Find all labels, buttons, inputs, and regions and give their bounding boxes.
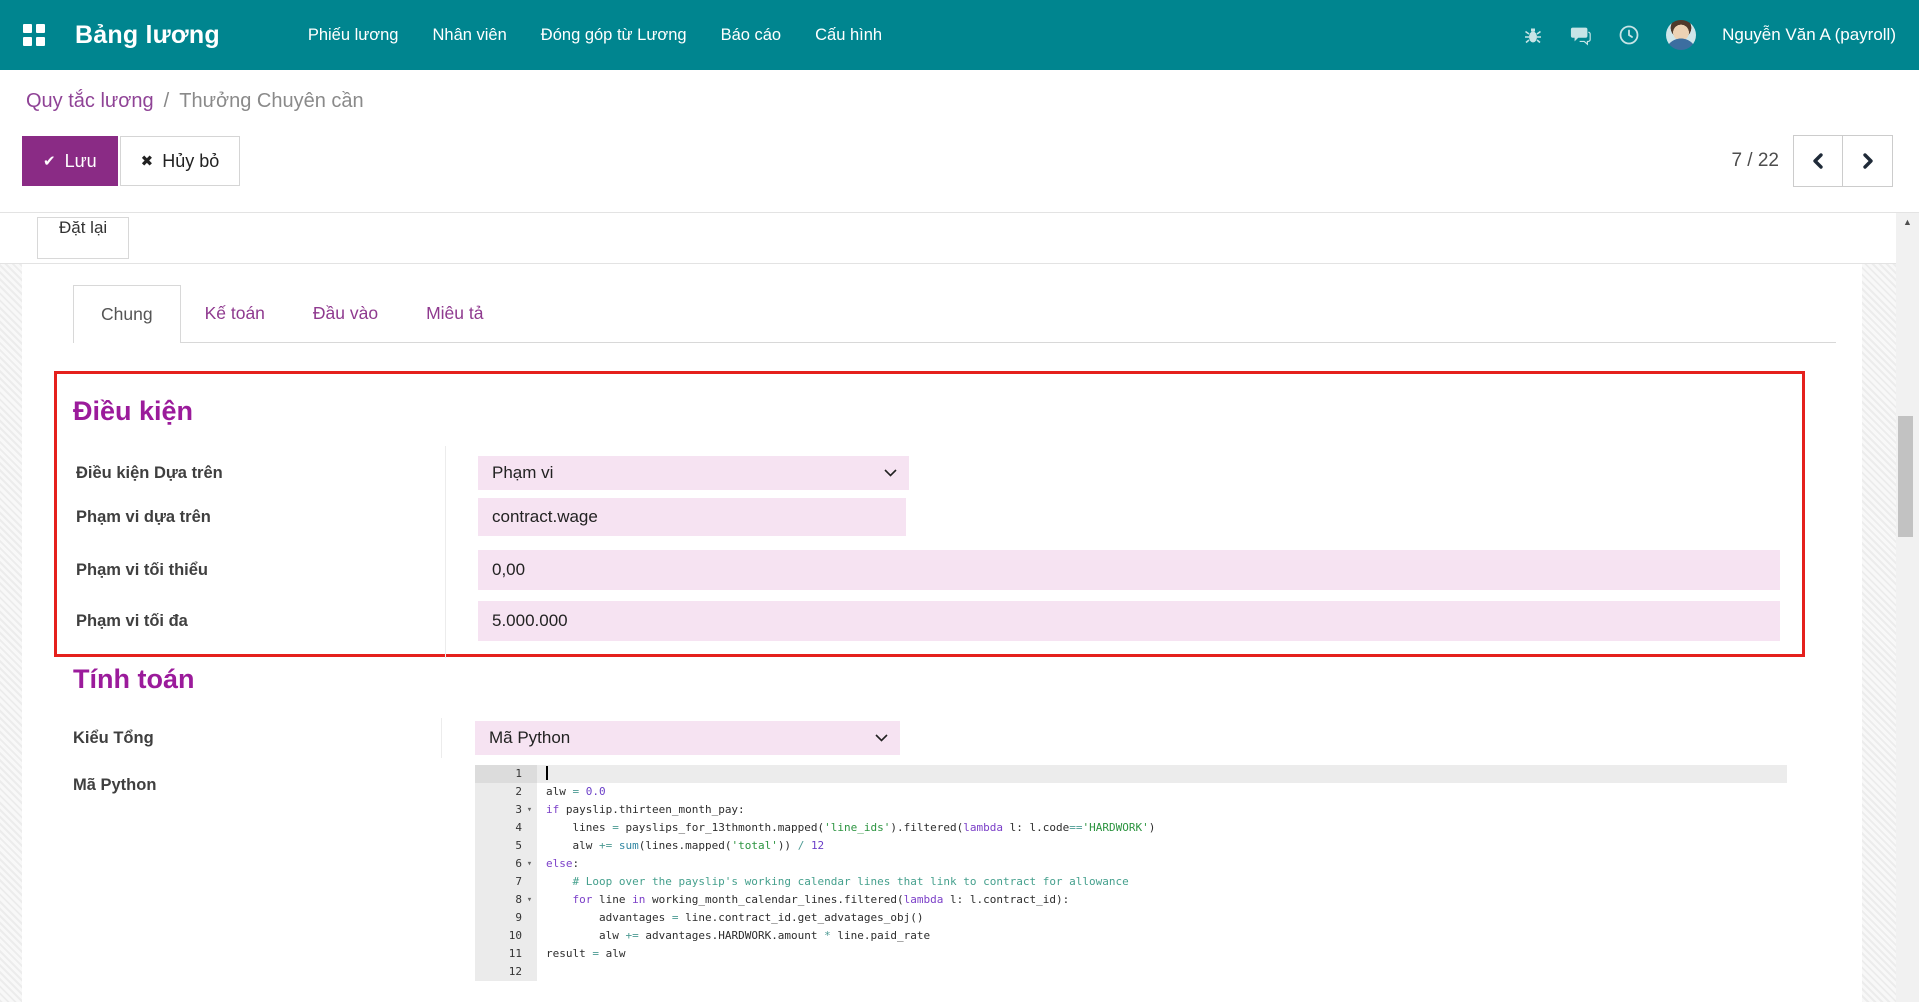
reset-button[interactable]: Đặt lại — [37, 217, 130, 259]
breadcrumb-parent-link[interactable]: Quy tắc lương — [26, 90, 154, 113]
code-gutter-cell: 10 — [475, 927, 537, 945]
text-cursor — [546, 766, 548, 780]
menu-item-configuration[interactable]: Cấu hình — [815, 20, 882, 51]
top-navbar: Bảng lương Phiếu lương Nhân viên Đóng gó… — [0, 0, 1919, 70]
field-label-python-code: Mã Python — [73, 776, 157, 794]
code-line[interactable]: 5 alw += sum(lines.mapped('total')) / 12 — [475, 837, 1787, 855]
code-gutter-cell: 2 — [475, 783, 537, 801]
code-line[interactable]: 3 ▾ if payslip.thirteen_month_pay: — [475, 801, 1787, 819]
chevron-down-icon — [884, 469, 897, 477]
code-gutter-cell: 8 ▾ — [475, 891, 537, 909]
clock-icon[interactable] — [1618, 24, 1640, 46]
field-row: Kiểu Tổng Mã Python — [73, 718, 900, 758]
record-pager: 7 / 22 — [1731, 135, 1893, 187]
apps-grid-icon[interactable] — [23, 24, 45, 46]
menu-item-employees[interactable]: Nhân viên — [432, 20, 506, 51]
field-label-condition-based-on: Điều kiện Dựa trên — [76, 463, 223, 482]
code-line[interactable]: 9 advantages = line.contract_id.get_adva… — [475, 909, 1787, 927]
code-gutter-cell: 6 ▾ — [475, 855, 537, 873]
code-gutter-cell: 3 ▾ — [475, 801, 537, 819]
navbar-right: Nguyễn Văn A (payroll) — [1522, 20, 1896, 50]
amount-type-select[interactable]: Mã Python — [475, 721, 900, 755]
field-row: Điều kiện Dựa trên Phạm vi — [76, 456, 1792, 490]
maximum-range-input[interactable] — [478, 601, 1780, 641]
bug-icon[interactable] — [1522, 24, 1544, 46]
code-gutter-cell: 4 — [475, 819, 537, 837]
pager-counter: 7 / 22 — [1731, 150, 1779, 171]
code-line[interactable]: 2 alw = 0.0 — [475, 783, 1787, 801]
code-gutter-cell: 11 — [475, 945, 537, 963]
page: { "navbar": { "brand": "Bảng lương", "me… — [0, 0, 1919, 1002]
notebook-tabs: Chung Kế toán Đầu vào Miêu tả — [73, 285, 1836, 343]
code-gutter-cell: 12 — [475, 963, 537, 981]
code-line[interactable]: 10 alw += advantages.HARDWORK.amount * l… — [475, 927, 1787, 945]
field-row: Phạm vi tối đa — [76, 601, 1792, 641]
tab-description[interactable]: Miêu tả — [402, 285, 507, 342]
breadcrumb: Quy tắc lương / Thưởng Chuyên cần — [0, 70, 1919, 132]
discard-button[interactable]: ✖ Hủy bỏ — [119, 136, 241, 186]
scrollbar-up-arrow[interactable]: ▲ — [1896, 217, 1919, 227]
save-button-label: Lưu — [64, 150, 97, 171]
fold-icon[interactable]: ▾ — [522, 891, 537, 909]
field-label-maximum-range: Phạm vi tối đa — [76, 611, 188, 630]
code-gutter-cell: 1 — [475, 765, 537, 783]
field-label-range-based-on: Phạm vi dựa trên — [76, 507, 211, 526]
amount-type-value: Mã Python — [489, 728, 571, 747]
tab-accounting[interactable]: Kế toán — [181, 285, 289, 342]
pager-previous-button[interactable] — [1793, 135, 1843, 187]
code-line[interactable]: 12 — [475, 963, 1787, 981]
menu-item-reports[interactable]: Báo cáo — [721, 20, 782, 51]
main-menu: Phiếu lương Nhân viên Đóng góp từ Lương … — [308, 20, 882, 51]
condition-based-on-value: Phạm vi — [492, 463, 554, 482]
chevron-right-icon — [1862, 153, 1873, 169]
action-toolbar: ✔ Lưu ✖ Hủy bỏ 7 / 22 — [0, 132, 1919, 190]
chat-icon[interactable] — [1570, 24, 1592, 46]
code-line[interactable]: 8 ▾ for line in working_month_calendar_li… — [475, 891, 1787, 909]
save-button[interactable]: ✔ Lưu — [22, 136, 118, 186]
form-view-background: Chung Kế toán Đầu vào Miêu tả Điều kiện … — [0, 264, 1919, 1002]
field-label-amount-type: Kiểu Tổng — [73, 718, 442, 758]
code-line[interactable]: 11 result = alw — [475, 945, 1787, 963]
user-avatar[interactable] — [1666, 20, 1697, 50]
chevron-left-icon — [1813, 153, 1823, 169]
code-line[interactable]: 4 lines = payslips_for_13thmonth.mapped(… — [475, 819, 1787, 837]
fold-icon[interactable]: ▾ — [522, 855, 537, 873]
code-line[interactable]: 7 # Loop over the payslip's working cale… — [475, 873, 1787, 891]
pager-next-button[interactable] — [1843, 135, 1893, 187]
vertical-scrollbar: ▲ — [1896, 213, 1919, 1002]
code-gutter-cell: 9 — [475, 909, 537, 927]
code-editor[interactable]: 1 2 alw = 0.0 3 ▾ if payslip.thirteen_month_p… — [475, 765, 1787, 981]
menu-item-contributions[interactable]: Đóng góp từ Lương — [541, 20, 687, 51]
tab-inputs[interactable]: Đầu vào — [289, 285, 402, 342]
close-icon: ✖ — [140, 153, 154, 170]
secondary-toolbar: Đặt lại — [0, 212, 1919, 264]
code-line[interactable]: 1 — [475, 765, 1787, 783]
discard-button-label: Hủy bỏ — [162, 150, 220, 171]
user-name[interactable]: Nguyễn Văn A (payroll) — [1722, 25, 1896, 45]
check-icon: ✔ — [43, 153, 56, 170]
field-row: Phạm vi tối thiểu — [76, 550, 1792, 590]
computation-section-title: Tính toán — [73, 664, 195, 694]
tab-general[interactable]: Chung — [73, 285, 181, 343]
scrollbar-thumb[interactable] — [1898, 416, 1913, 537]
breadcrumb-separator: / — [163, 89, 170, 112]
field-label-minimum-range: Phạm vi tối thiểu — [76, 560, 209, 579]
fold-icon[interactable]: ▾ — [522, 801, 537, 819]
app-title[interactable]: Bảng lương — [75, 21, 220, 50]
condition-based-on-select[interactable]: Phạm vi — [478, 456, 909, 490]
conditions-section-title: Điều kiện — [73, 396, 194, 426]
field-row: Phạm vi dựa trên — [76, 498, 1792, 536]
conditions-highlight-box: Điều kiện Điều kiện Dựa trên Phạm vi Phạ… — [54, 371, 1805, 658]
minimum-range-input[interactable] — [478, 550, 1780, 590]
code-gutter-cell: 5 — [475, 837, 537, 855]
menu-item-payslips[interactable]: Phiếu lương — [308, 20, 399, 51]
range-based-on-input[interactable] — [478, 498, 906, 536]
chevron-down-icon — [875, 734, 888, 742]
code-gutter-cell: 7 — [475, 873, 537, 891]
code-line[interactable]: 6 ▾ else: — [475, 855, 1787, 873]
form-sheet: Chung Kế toán Đầu vào Miêu tả Điều kiện … — [22, 264, 1862, 1002]
breadcrumb-current: Thưởng Chuyên cần — [179, 89, 364, 112]
